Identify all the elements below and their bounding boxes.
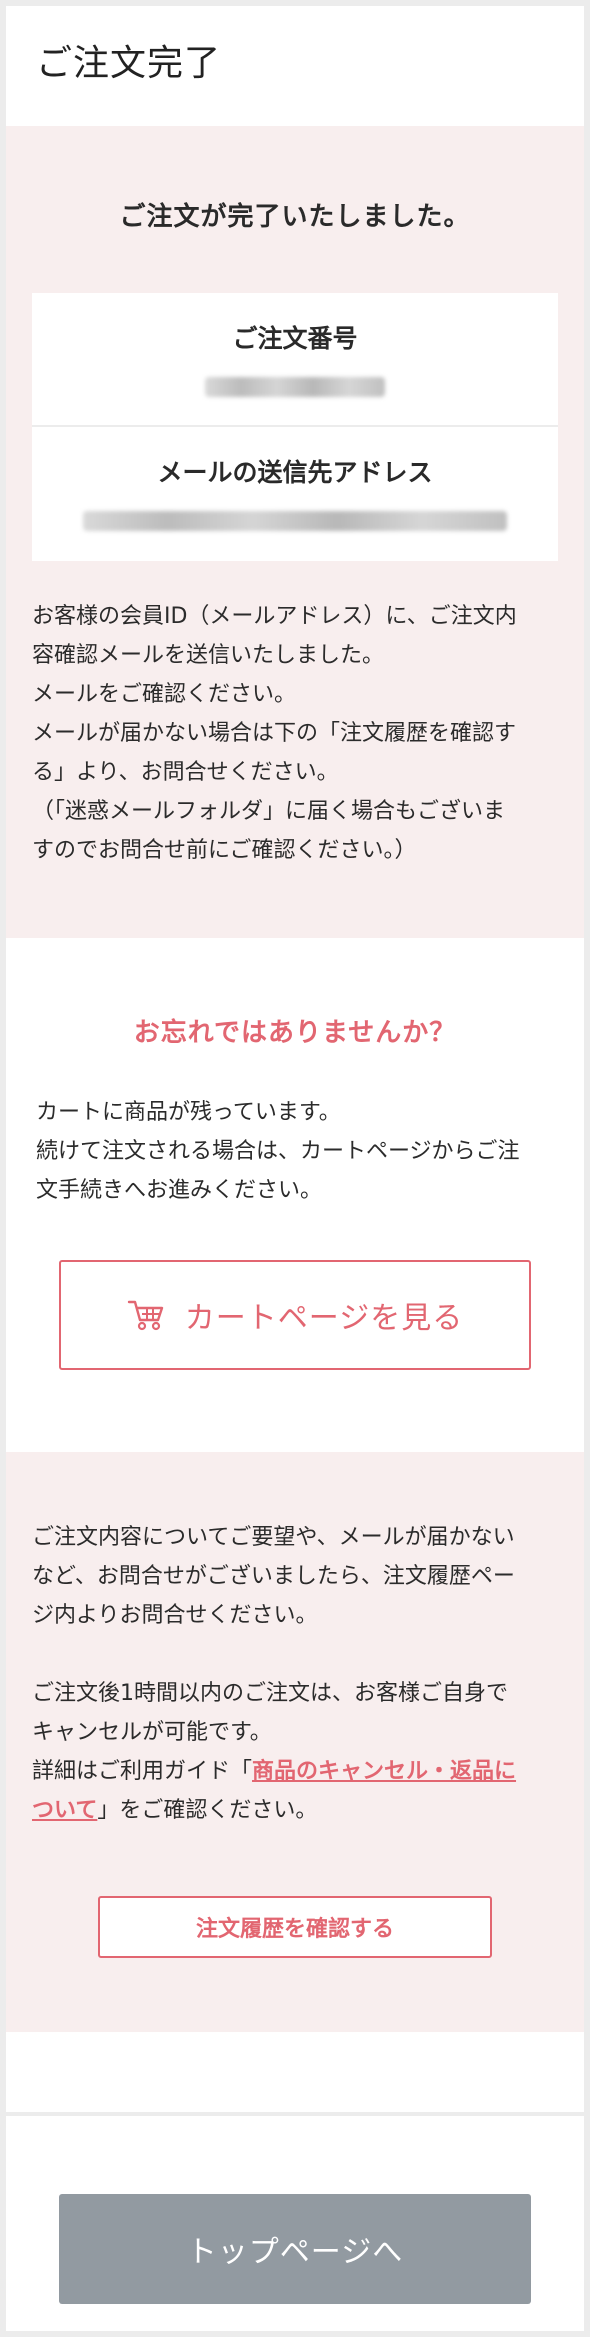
reminder-line: 続けて注文される場合は、カートページからご注	[36, 1139, 520, 1164]
cancellation-line: ご注文後1時間以内のご注文は、お客様ご自身で	[32, 1681, 508, 1706]
cancellation-paragraph: ご注文後1時間以内のご注文は、お客様ご自身で キャンセルが可能です。 詳細はご利…	[32, 1674, 558, 1830]
page-header: ご注文完了	[6, 6, 584, 126]
inquiry-paragraph: ご注文内容についてご要望や、メールが届かない など、お問合せがございましたら、注…	[32, 1518, 558, 1635]
email-address-label: メールの送信先アドレス	[157, 458, 433, 487]
order-info-card: ご注文番号 メールの送信先アドレス	[32, 293, 558, 561]
email-address-value-redacted	[83, 511, 507, 531]
complete-message: ご注文が完了いたしました。	[119, 202, 471, 232]
notice-line: すのでお問合せ前にご確認ください。）	[32, 838, 417, 863]
guide-prefix: 詳細はご利用ガイド「	[32, 1759, 253, 1784]
confirmation-notice: お客様の会員ID（メールアドレス）に、ご注文内 容確認メールを送信いたしました。…	[32, 597, 558, 870]
notice-line: メールが届かない場合は下の「注文履歴を確認す	[32, 721, 517, 746]
view-cart-label: カートページを見る	[184, 1301, 464, 1336]
notice-line: （「迷惑メールフォルダ」に届く場合もございま	[32, 799, 506, 824]
reminder-text: カートに商品が残っています。 続けて注文される場合は、カートページからご注 文手…	[36, 1093, 554, 1210]
cart-icon	[127, 1300, 163, 1331]
guide-link-text: 商品のキャンセル・返品に	[252, 1759, 517, 1784]
email-address-block: メールの送信先アドレス	[32, 427, 558, 561]
reminder-line: 文手続きへお進みください。	[36, 1178, 323, 1203]
notice-line: お客様の会員ID（メールアドレス）に、ご注文内	[32, 604, 517, 629]
guide-link-text: ついて	[32, 1798, 98, 1823]
notice-line: メールをご確認ください。	[32, 682, 297, 707]
cancellation-line: キャンセルが可能です。	[32, 1720, 272, 1745]
view-cart-button[interactable]: カートページを見る	[59, 1260, 531, 1370]
notice-line: 容確認メールを送信いたしました。	[32, 643, 385, 668]
inquiry-line: など、お問合せがございましたら、注文履歴ペー	[32, 1564, 515, 1589]
page-title: ご注文完了	[36, 43, 222, 84]
top-page-label: トップページへ	[186, 2235, 404, 2270]
inquiry-info-section: ご注文内容についてご要望や、メールが届かない など、お問合せがございましたら、注…	[6, 1452, 584, 2032]
order-number-block: ご注文番号	[32, 293, 558, 427]
guide-suffix: 」をご確認ください。	[97, 1798, 318, 1823]
inquiry-line: ご注文内容についてご要望や、メールが届かない	[32, 1525, 515, 1550]
inquiry-info-text: ご注文内容についてご要望や、メールが届かない など、お問合せがございましたら、注…	[32, 1518, 558, 1830]
order-complete-section: ご注文が完了いたしました。 ご注文番号 メールの送信先アドレス お客様の会員ID…	[6, 126, 584, 938]
cart-reminder-section: お忘れではありませんか？ カートに商品が残っています。 続けて注文される場合は、…	[6, 938, 584, 1452]
notice-line: る」より、お問合せください。	[32, 760, 339, 785]
page-frame: ご注文完了 ご注文が完了いたしました。 ご注文番号 メールの送信先アドレス お客…	[6, 6, 584, 2331]
order-history-button[interactable]: 注文履歴を確認する	[98, 1896, 492, 1958]
footer-area: トップページへ	[6, 2116, 584, 2331]
order-number-label: ご注文番号	[232, 324, 358, 353]
inquiry-line: ジ内よりお問合せください。	[32, 1603, 318, 1628]
spacer	[6, 2032, 584, 2112]
order-history-label: 注文履歴を確認する	[195, 1917, 394, 1942]
reminder-title: お忘れではありませんか？	[133, 1018, 457, 1048]
order-number-value-redacted	[205, 377, 385, 397]
reminder-line: カートに商品が残っています。	[36, 1100, 341, 1125]
top-page-button[interactable]: トップページへ	[59, 2194, 531, 2304]
